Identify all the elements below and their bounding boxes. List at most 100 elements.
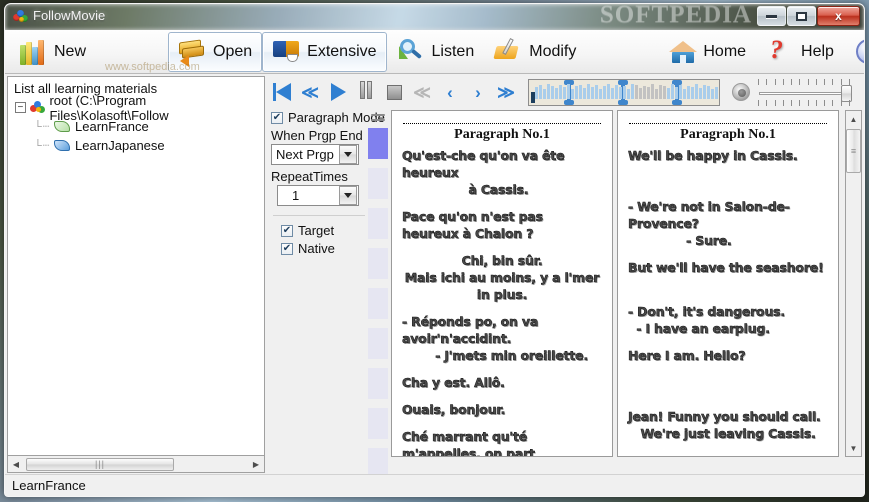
target-text-line: Pace qu'on n'est pas heureux à Chalon ? (402, 209, 547, 242)
target-text-line: Chi, bin sûr. (461, 253, 543, 269)
scroll-thumb[interactable]: ||| (26, 457, 174, 471)
waveform-bar (587, 83, 590, 99)
target-language-pane[interactable]: Paragraph No.1 Qu'est-che qu'on va ête h… (391, 110, 613, 457)
target-row[interactable]: Target (271, 223, 367, 238)
volume-control[interactable] (732, 78, 852, 106)
toolbar-button-extensive[interactable]: Extensive (262, 31, 387, 72)
minimize-icon (766, 14, 777, 18)
scroll-track[interactable]: ||| (24, 456, 248, 472)
waveform-bar (639, 87, 642, 99)
paragraph-marker[interactable] (368, 208, 388, 239)
chevron-left-icon: ‹ (447, 82, 453, 102)
waveform-bar (711, 88, 714, 99)
toolbar-button-modify[interactable]: Modify (484, 32, 586, 72)
target-text-line: Mais ichi au moins, y a l'mer in plus. (404, 270, 604, 303)
toolbar-label-modify: Modify (529, 42, 577, 60)
paragraph-marker-strip[interactable] (368, 128, 388, 479)
tree-item-learnjapanese[interactable]: └┈ LearnJapanese (8, 136, 264, 155)
volume-slider[interactable] (756, 78, 852, 106)
chevron-down-icon[interactable] (339, 145, 357, 164)
native-checkbox[interactable] (281, 242, 293, 255)
scroll-track[interactable]: ≡ (846, 127, 861, 440)
waveform-bar (691, 86, 694, 99)
play-button[interactable] (325, 79, 351, 105)
books-icon (19, 37, 49, 67)
watermark-text: SOFTPEDIA (599, 4, 752, 28)
next-paragraph-fast-button[interactable]: ≫ (493, 79, 519, 105)
when-prgp-end-value: Next Prgp (276, 147, 334, 162)
paragraph-marker[interactable] (368, 328, 388, 359)
stop-button[interactable] (381, 79, 407, 105)
slider-track[interactable] (759, 91, 849, 95)
waveform-bar (555, 87, 558, 99)
tree-connector: └┈ (34, 140, 51, 152)
waveform-bar (619, 86, 622, 99)
scroll-up-icon[interactable]: ▲ (846, 111, 861, 127)
target-text-line: Cha y est. Allô. (402, 375, 505, 391)
paragraph-marker[interactable] (368, 288, 388, 319)
rewind-button[interactable]: ≪ (297, 79, 323, 105)
waveform-bar (627, 88, 630, 99)
scroll-down-icon[interactable]: ▼ (846, 440, 861, 456)
paragraph-mode-checkbox[interactable] (271, 111, 283, 124)
native-text-line: But we'll have the seashore! (628, 260, 824, 276)
paragraph-divider (629, 123, 827, 124)
paragraph-marker-selected[interactable] (368, 128, 388, 159)
double-chevron-left-icon: ≪ (413, 82, 431, 102)
repeat-times-select[interactable]: 1 (277, 185, 359, 206)
waveform-bar (663, 85, 666, 99)
waveform-bar (683, 88, 686, 99)
speaker-icon[interactable] (732, 83, 750, 101)
repeat-times-label: RepeatTimes (271, 169, 348, 184)
paragraph-marker[interactable] (368, 168, 388, 199)
paragraph-marker[interactable] (368, 408, 388, 439)
materials-tree-panel[interactable]: List all learning materials − root (C:\P… (7, 76, 265, 456)
toolbar-button-about[interactable]: i About (844, 32, 864, 72)
maximize-button[interactable] (787, 6, 816, 26)
waveform-bar (719, 84, 720, 99)
tree-item-root[interactable]: − root (C:\Program Files\Kolasoft\Follow (8, 93, 264, 123)
toolbar-button-new[interactable]: New (9, 32, 96, 72)
pause-button[interactable] (353, 79, 379, 105)
prev-paragraph-button[interactable]: ‹ (437, 79, 463, 105)
native-paragraph-title: Paragraph No.1 (680, 127, 776, 142)
toolbar-button-home[interactable]: Home (658, 32, 756, 72)
waveform-bar (687, 85, 690, 99)
close-button[interactable]: x (817, 6, 860, 26)
paragraph-marker[interactable] (368, 248, 388, 279)
native-language-pane[interactable]: Paragraph No.1 We'll be happy in Cassis.… (617, 110, 839, 457)
toolbar-button-listen[interactable]: Listen (387, 32, 485, 72)
prev-paragraph-fast-button[interactable]: ≪ (409, 79, 435, 105)
main-body: List all learning materials − root (C:\P… (5, 74, 864, 479)
waveform-bar (667, 87, 670, 99)
collapse-icon[interactable]: − (15, 102, 26, 113)
paragraph-marker[interactable] (368, 368, 388, 399)
native-row[interactable]: Native (271, 241, 367, 256)
root-folder-icon (29, 100, 45, 115)
waveform-bar (575, 85, 578, 99)
title-bar[interactable]: FollowMovie SOFTPEDIA x (5, 4, 864, 30)
scroll-right-icon[interactable]: ▶ (248, 457, 264, 472)
options-divider (273, 215, 365, 216)
scroll-left-icon[interactable]: ◀ (8, 457, 24, 472)
text-vertical-scrollbar[interactable]: ▲ ≡ ▼ (845, 110, 862, 457)
audio-waveform-timeline[interactable] (528, 78, 720, 106)
green-page-icon (54, 120, 70, 133)
toolbar-button-open[interactable]: Open (168, 31, 263, 72)
when-prgp-end-select[interactable]: Next Prgp (271, 144, 359, 165)
book-cup-icon (272, 37, 302, 67)
tree-horizontal-scrollbar[interactable]: ◀ ||| ▶ (7, 456, 265, 473)
chevron-down-icon[interactable] (339, 186, 357, 205)
waveform-bar (535, 86, 538, 99)
maximize-icon (796, 11, 807, 21)
paragraph-mode-row[interactable]: Paragraph Mode (271, 110, 385, 125)
toolbar-button-help[interactable]: ? Help (756, 32, 844, 72)
paragraph-divider (403, 123, 601, 124)
skip-to-start-button[interactable] (269, 79, 295, 105)
waveform-bar (571, 88, 574, 99)
target-checkbox[interactable] (281, 224, 293, 237)
panel-resize-handle[interactable] (371, 114, 385, 126)
minimize-button[interactable] (757, 6, 786, 26)
next-paragraph-button[interactable]: › (465, 79, 491, 105)
scroll-thumb[interactable]: ≡ (846, 129, 861, 173)
